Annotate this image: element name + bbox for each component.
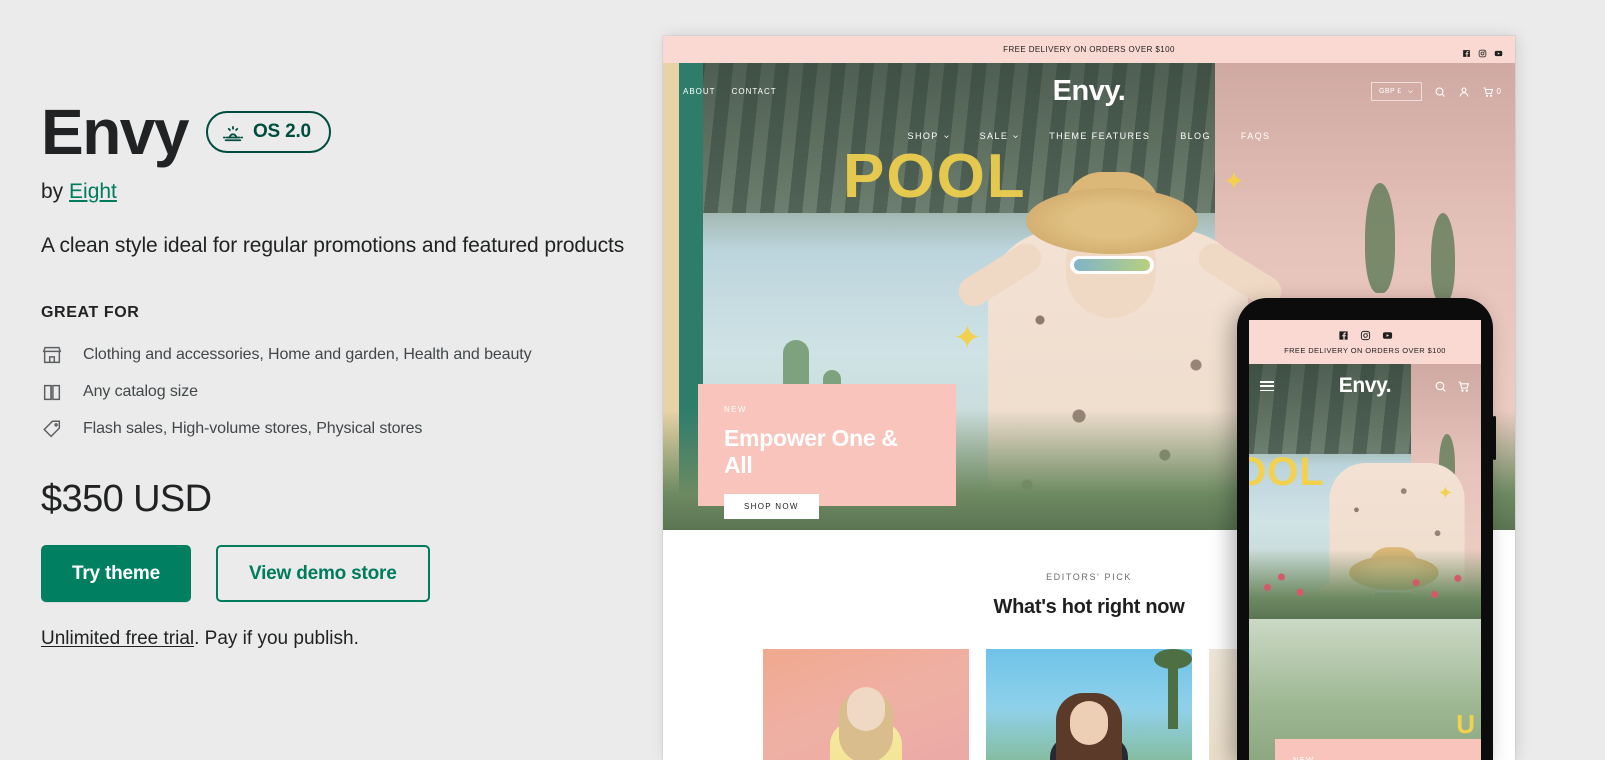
mobile-header: Envy. <box>1249 364 1481 408</box>
list-item: Any catalog size <box>41 381 663 403</box>
youtube-icon[interactable] <box>1382 328 1393 339</box>
decorative-star-icon: ✦ <box>1223 166 1245 196</box>
preview-site-header: ABOUT CONTACT Envy. GBP £ 0 SHOP SALE TH… <box>663 63 1515 153</box>
book-icon <box>41 381 63 403</box>
announcement-text: FREE DELIVERY ON ORDERS OVER $100 <box>1003 45 1175 54</box>
view-demo-store-button[interactable]: View demo store <box>215 545 430 602</box>
mobile-hero-section: ✦ OOL Envy. <box>1249 364 1481 619</box>
mobile-promo-kicker: NEW <box>1293 754 1315 760</box>
list-item: Flash sales, High-volume stores, Physica… <box>41 418 663 440</box>
theme-price: $350 USD <box>41 478 212 520</box>
cart-count: 0 <box>1496 86 1501 96</box>
nav-item-theme-features[interactable]: THEME FEATURES <box>1049 131 1150 141</box>
chevron-down-icon <box>943 134 949 138</box>
promo-title: Empower One & All <box>724 425 898 478</box>
nav-item-faqs[interactable]: FAQS <box>1241 131 1271 141</box>
social-links <box>1462 36 1503 63</box>
cart-icon <box>1482 85 1494 97</box>
list-item: Clothing and accessories, Home and garde… <box>41 344 663 366</box>
nav-item-label: THEME FEATURES <box>1049 131 1151 141</box>
product-card[interactable] <box>763 649 969 760</box>
instagram-icon[interactable] <box>1478 45 1487 58</box>
title-row: Envy OS 2.0 <box>41 100 663 164</box>
mobile-header-actions <box>1434 380 1470 393</box>
mobile-hero-word-2: U <box>1456 709 1475 739</box>
currency-selector[interactable]: GBP £ <box>1371 81 1422 101</box>
mobile-screen: FREE DELIVERY ON ORDERS OVER $100 ✦ OOL … <box>1249 320 1481 760</box>
promo-kicker: NEW <box>724 405 747 414</box>
storefront-icon <box>41 344 63 366</box>
sunrise-icon <box>222 121 244 143</box>
mobile-lower-section: U NEW Empower One & All SHOP NOW <box>1249 619 1481 760</box>
great-for-heading: GREAT FOR <box>41 304 140 321</box>
cart-button[interactable]: 0 <box>1482 85 1501 97</box>
phone-power-button <box>1493 416 1496 460</box>
cart-icon[interactable] <box>1457 380 1470 393</box>
search-icon[interactable] <box>1434 85 1446 97</box>
feature-list: Clothing and accessories, Home and garde… <box>41 344 663 440</box>
trial-note-rest: . Pay if you publish. <box>194 628 359 649</box>
mobile-promo-card: NEW Empower One & All SHOP NOW <box>1275 738 1481 760</box>
nav-item-shop[interactable]: SHOP <box>908 131 950 141</box>
product-card[interactable] <box>986 649 1192 760</box>
nav-item-label: FAQS <box>1240 131 1271 141</box>
mobile-announcement-text: FREE DELIVERY ON ORDERS OVER $100 <box>1284 346 1446 355</box>
chevron-down-icon <box>1407 89 1413 93</box>
main-navigation: SHOP SALE THEME FEATURES BLOG FAQS <box>663 119 1515 153</box>
os-version-label: OS 2.0 <box>252 121 311 142</box>
nav-item-label: SALE <box>979 131 1009 141</box>
list-item-label: Clothing and accessories, Home and garde… <box>83 346 532 363</box>
nav-item-label: SHOP <box>907 131 939 141</box>
mobile-social-links <box>1249 328 1481 341</box>
header-actions: GBP £ 0 <box>1371 81 1501 101</box>
decorative-star-icon: ✦ <box>953 319 982 357</box>
search-icon[interactable] <box>1434 380 1447 393</box>
list-item-label: Flash sales, High-volume stores, Physica… <box>83 420 423 437</box>
nav-item-label: BLOG <box>1180 131 1211 141</box>
os-version-badge: OS 2.0 <box>205 111 331 153</box>
trial-note: Unlimited free trial. Pay if you publish… <box>41 628 663 650</box>
author-link[interactable]: Eight <box>69 180 117 203</box>
tag-icon <box>41 418 63 440</box>
instagram-icon[interactable] <box>1360 328 1371 341</box>
decorative-star-icon: ✦ <box>1437 483 1453 503</box>
nav-item-sale[interactable]: SALE <box>980 131 1020 141</box>
hero-promo-card: NEW Empower One & All SHOP NOW <box>698 384 956 519</box>
free-trial-link[interactable]: Unlimited free trial <box>41 628 194 649</box>
shop-now-button[interactable]: SHOP NOW <box>724 494 819 519</box>
theme-detail-page: Envy OS 2.0 by Eight A clean style ideal… <box>0 0 1605 760</box>
theme-tagline: A clean style ideal for regular promotio… <box>41 234 625 257</box>
theme-info-panel: Envy OS 2.0 by Eight A clean style ideal… <box>0 0 663 760</box>
action-buttons: Try theme View demo store <box>41 545 663 602</box>
account-icon[interactable] <box>1458 85 1470 97</box>
facebook-icon[interactable] <box>1338 328 1349 340</box>
currency-label: GBP £ <box>1379 87 1402 95</box>
youtube-icon[interactable] <box>1494 45 1503 57</box>
nav-item-blog[interactable]: BLOG <box>1180 131 1211 141</box>
list-item-label: Any catalog size <box>83 383 198 400</box>
facebook-icon[interactable] <box>1462 45 1471 57</box>
mobile-preview[interactable]: FREE DELIVERY ON ORDERS OVER $100 ✦ OOL … <box>1237 298 1496 760</box>
announcement-bar: FREE DELIVERY ON ORDERS OVER $100 <box>663 36 1515 63</box>
theme-preview-panel: FREE DELIVERY ON ORDERS OVER $100 POOL ✦… <box>663 0 1605 760</box>
byline: by Eight <box>41 180 663 204</box>
chevron-down-icon <box>1013 134 1019 138</box>
byline-prefix: by <box>41 180 64 203</box>
mobile-announcement-bar: FREE DELIVERY ON ORDERS OVER $100 <box>1249 320 1481 364</box>
page-title: Envy <box>41 96 189 168</box>
try-theme-button[interactable]: Try theme <box>41 545 191 602</box>
mobile-hero-word: OOL <box>1249 450 1325 494</box>
